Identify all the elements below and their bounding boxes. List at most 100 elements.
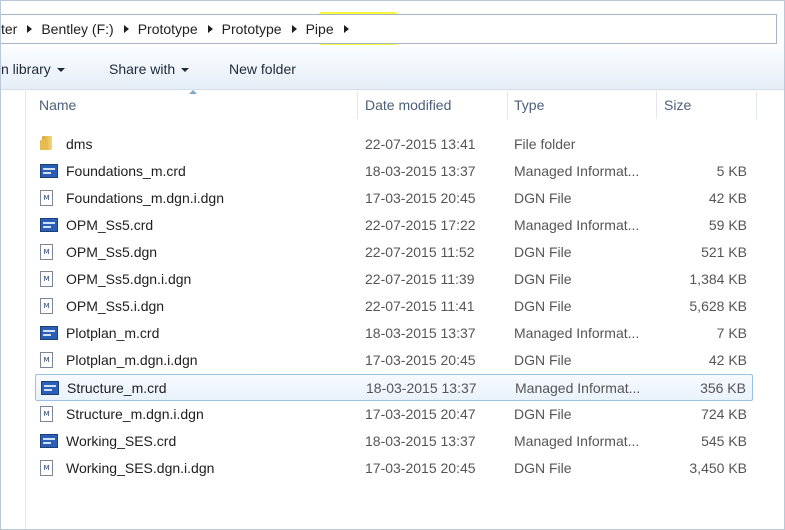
file-type: Managed Informat... <box>514 433 640 449</box>
file-name: Foundations_m.dgn.i.dgn <box>66 190 224 206</box>
file-date-modified: 18-03-2015 13:37 <box>365 163 476 179</box>
file-size: 545 KB <box>701 433 747 449</box>
breadcrumb-separator-icon[interactable] <box>291 25 297 33</box>
file-row[interactable]: Working_SES.crd 18-03-2015 13:37 Managed I… <box>35 428 753 455</box>
file-date-modified: 17-03-2015 20:45 <box>365 460 476 476</box>
share-with-button[interactable]: Share with <box>109 47 190 89</box>
file-name: Structure_m.crd <box>67 380 167 396</box>
column-header-type[interactable]: Type <box>506 91 656 119</box>
dgn-file-icon: M <box>40 352 53 368</box>
file-row[interactable]: Foundations_m.crd 18-03-2015 13:37 Managed… <box>35 158 753 185</box>
pane-divider <box>25 89 26 529</box>
file-name: Working_SES.crd <box>66 433 177 449</box>
file-name: OPM_Ss5.dgn <box>66 244 158 260</box>
file-type: DGN File <box>514 271 572 287</box>
breadcrumb-item-drive[interactable]: Bentley (F:) <box>37 15 117 43</box>
address-bar[interactable]: ter Bentley (F:) Prototype Prototype Pip… <box>1 14 777 44</box>
file-row[interactable]: Structure_m.crd 18-03-2015 13:37 Managed I… <box>35 374 753 401</box>
file-date-modified: 22-07-2015 11:52 <box>365 244 475 260</box>
file-type: File folder <box>514 136 576 152</box>
file-row[interactable]: M Structure_m.dgn.i.dgn 17-03-2015 20:47 DG… <box>35 401 753 428</box>
file-size: 5 KB <box>716 163 747 179</box>
file-size: 59 KB <box>708 217 747 233</box>
column-divider[interactable] <box>756 91 757 119</box>
breadcrumb-separator-icon[interactable] <box>207 25 213 33</box>
file-name: Plotplan_m.dgn.i.dgn <box>66 352 198 368</box>
file-row[interactable]: M Working_SES.dgn.i.dgn 17-03-2015 20:45 DG… <box>35 455 753 482</box>
file-name: Working_SES.dgn.i.dgn <box>66 460 215 476</box>
file-list: dms 22-07-2015 13:41 File folder Foundation… <box>35 131 753 482</box>
new-folder-label: New folder <box>229 61 296 77</box>
file-date-modified: 22-07-2015 13:41 <box>365 136 476 152</box>
file-size: 3,450 KB <box>689 460 747 476</box>
crd-file-icon <box>40 434 58 448</box>
column-header-date-modified[interactable]: Date modified <box>357 91 507 119</box>
breadcrumb-item-prototype-2[interactable]: Prototype <box>218 15 286 43</box>
file-name: OPM_Ss5.dgn.i.dgn <box>66 271 192 287</box>
file-type: DGN File <box>514 460 572 476</box>
file-row[interactable]: M OPM_Ss5.i.dgn 22-07-2015 11:41 DGN File 5,… <box>35 293 753 320</box>
folder-icon <box>40 136 54 150</box>
file-type: Managed Informat... <box>514 163 640 179</box>
include-in-library-button[interactable]: n library <box>1 47 65 89</box>
chevron-down-icon <box>56 68 65 73</box>
file-type: DGN File <box>514 244 572 260</box>
crd-file-icon <box>40 326 58 340</box>
column-header-size[interactable]: Size <box>656 91 756 119</box>
breadcrumb-item-pipe[interactable]: Pipe <box>302 15 338 43</box>
dgn-file-icon: M <box>40 406 53 422</box>
chevron-down-icon <box>181 68 190 73</box>
file-date-modified: 17-03-2015 20:45 <box>365 352 476 368</box>
crd-file-icon <box>40 164 58 178</box>
breadcrumb-item-prototype-1[interactable]: Prototype <box>134 15 202 43</box>
file-type: Managed Informat... <box>514 325 640 341</box>
file-type: DGN File <box>514 190 572 206</box>
new-folder-button[interactable]: New folder <box>229 47 296 89</box>
file-size: 7 KB <box>716 325 747 341</box>
file-date-modified: 17-03-2015 20:47 <box>365 406 476 422</box>
crd-file-icon <box>41 381 59 395</box>
file-type: Managed Informat... <box>515 380 641 396</box>
file-size: 356 KB <box>700 380 746 396</box>
crd-file-icon <box>40 218 58 232</box>
file-name: Structure_m.dgn.i.dgn <box>66 406 204 422</box>
file-date-modified: 18-03-2015 13:37 <box>365 433 476 449</box>
share-with-label: Share with <box>109 61 176 77</box>
include-in-library-label: n library <box>1 61 51 77</box>
breadcrumb: ter Bentley (F:) Prototype Prototype Pip… <box>1 15 354 43</box>
file-date-modified: 22-07-2015 11:39 <box>365 271 475 287</box>
file-row[interactable]: M Foundations_m.dgn.i.dgn 17-03-2015 20:45… <box>35 185 753 212</box>
file-date-modified: 18-03-2015 13:37 <box>366 380 477 396</box>
file-name: OPM_Ss5.i.dgn <box>66 298 165 314</box>
file-date-modified: 17-03-2015 20:45 <box>365 190 476 206</box>
dgn-file-icon: M <box>40 460 53 476</box>
command-bar: n library Share with New folder <box>1 47 784 90</box>
file-size: 42 KB <box>708 190 747 206</box>
file-row[interactable]: M OPM_Ss5.dgn 22-07-2015 11:52 DGN File 521 … <box>35 239 753 266</box>
file-date-modified: 22-07-2015 17:22 <box>365 217 476 233</box>
breadcrumb-separator-icon[interactable] <box>27 25 33 33</box>
file-row[interactable]: M Plotplan_m.dgn.i.dgn 17-03-2015 20:45 DGN… <box>35 347 753 374</box>
dgn-file-icon: M <box>40 271 53 287</box>
breadcrumb-item-computer[interactable]: ter <box>1 15 21 43</box>
file-name: Foundations_m.crd <box>66 163 186 179</box>
file-size: 5,628 KB <box>689 298 747 314</box>
breadcrumb-separator-icon[interactable] <box>343 25 349 33</box>
column-header-name[interactable]: Name <box>31 91 357 119</box>
file-type: DGN File <box>514 298 572 314</box>
dgn-file-icon: M <box>40 298 53 314</box>
file-size: 521 KB <box>701 244 747 260</box>
breadcrumb-separator-icon[interactable] <box>123 25 129 33</box>
explorer-window: ter Bentley (F:) Prototype Prototype Pip… <box>0 0 785 530</box>
file-row[interactable]: Plotplan_m.crd 18-03-2015 13:37 Managed In… <box>35 320 753 347</box>
file-row[interactable]: dms 22-07-2015 13:41 File folder <box>35 131 753 158</box>
file-date-modified: 18-03-2015 13:37 <box>365 325 476 341</box>
column-header: Name Date modified Type Size <box>25 90 784 119</box>
dgn-file-icon: M <box>40 190 53 206</box>
file-name: Plotplan_m.crd <box>66 325 160 341</box>
file-row[interactable]: M OPM_Ss5.dgn.i.dgn 22-07-2015 11:39 DGN Fi… <box>35 266 753 293</box>
file-row[interactable]: OPM_Ss5.crd 22-07-2015 17:22 Managed Infor… <box>35 212 753 239</box>
file-type: Managed Informat... <box>514 217 640 233</box>
file-date-modified: 22-07-2015 11:41 <box>365 298 475 314</box>
file-name: dms <box>66 136 93 152</box>
